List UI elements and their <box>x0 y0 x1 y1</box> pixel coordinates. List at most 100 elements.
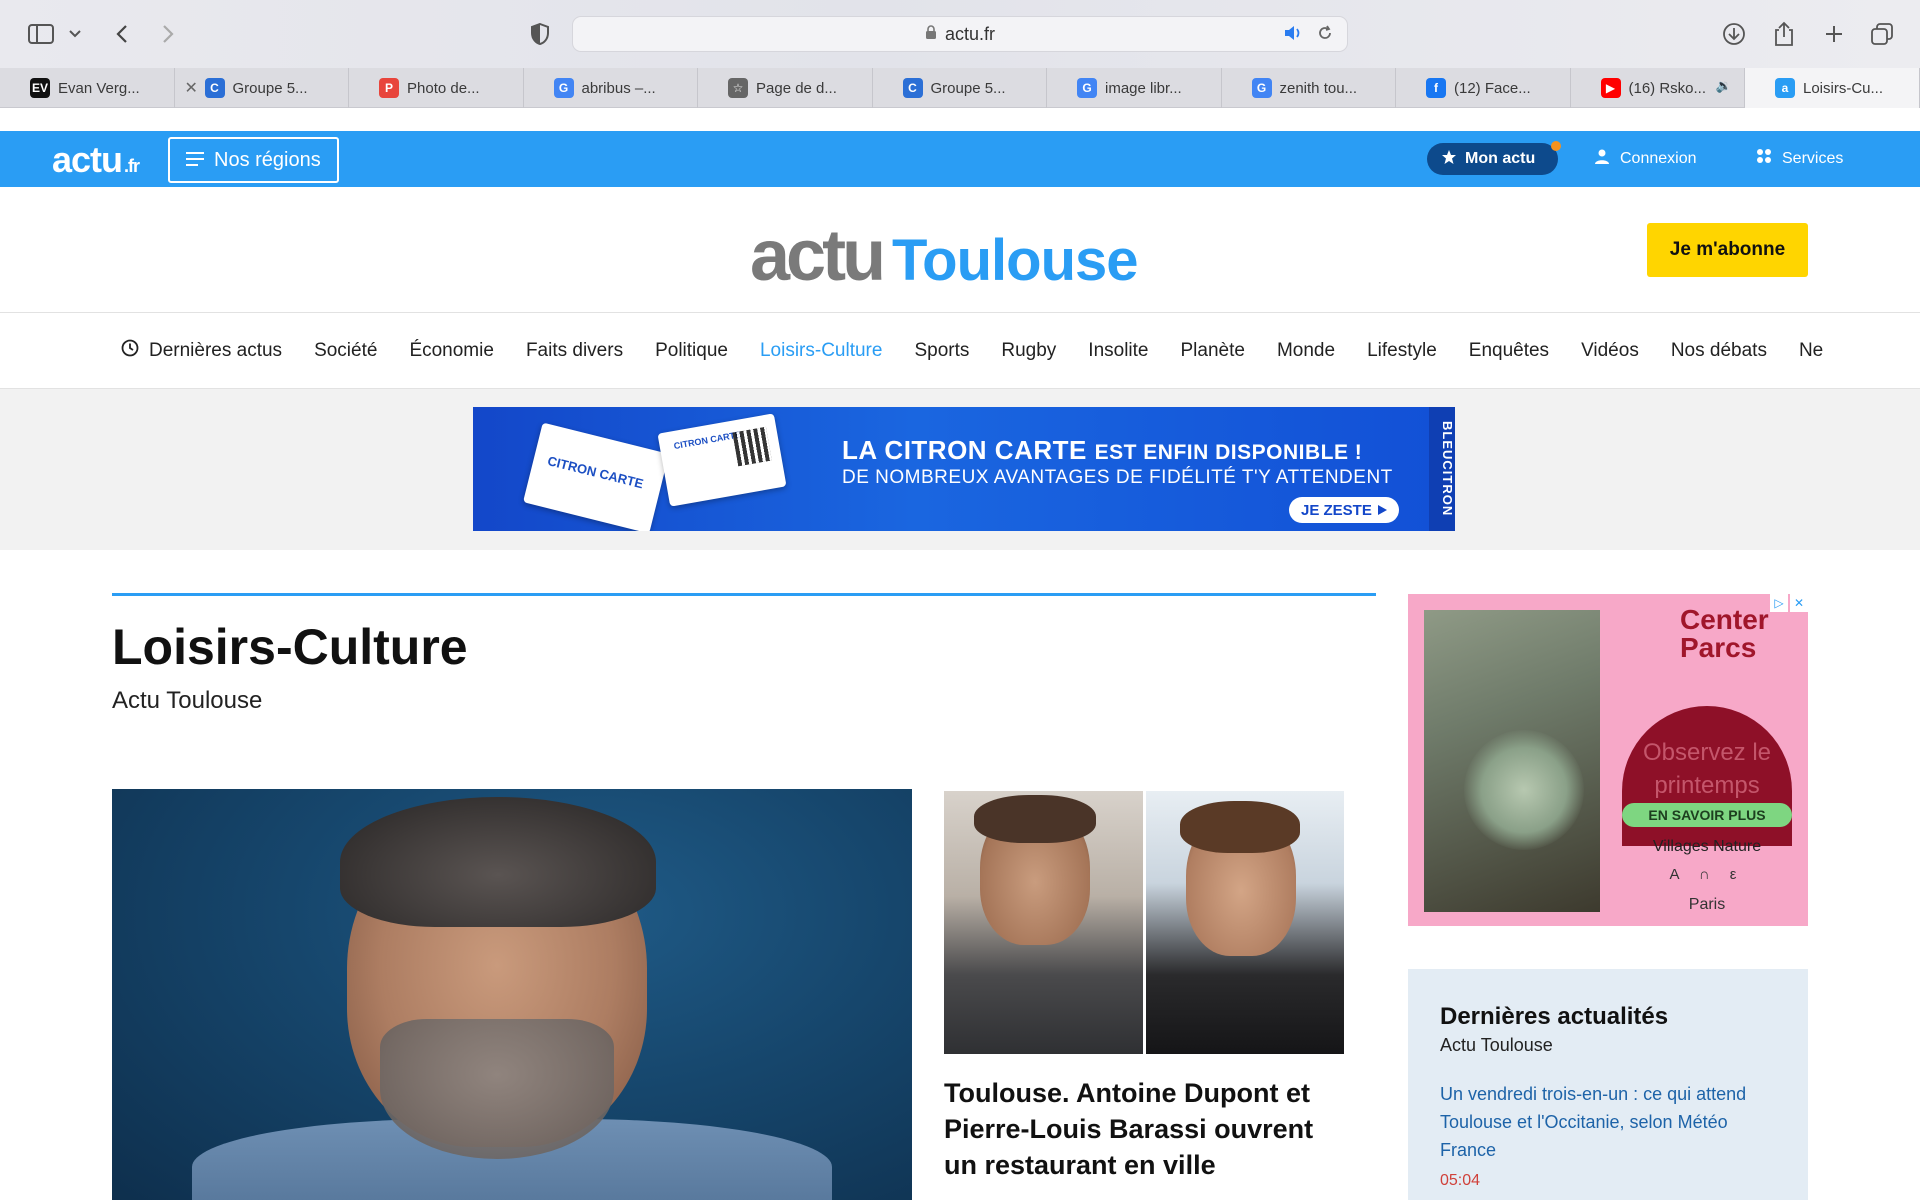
tab-label: zenith tou... <box>1279 79 1358 97</box>
ad-photo <box>1424 610 1600 912</box>
category-link[interactable]: Sports <box>914 340 969 362</box>
url-text: actu.fr <box>944 23 996 44</box>
ad-close-icon[interactable]: ✕ <box>1790 594 1808 612</box>
browser-tab[interactable]: a Loisirs-Cu... <box>1745 68 1920 108</box>
category-link[interactable]: Ne <box>1799 340 1823 362</box>
ad-choices-badge[interactable]: ▷ ✕ <box>1770 594 1808 612</box>
privacy-shield-icon[interactable] <box>528 18 552 50</box>
browser-tab[interactable]: f (12) Face... <box>1396 68 1571 108</box>
tab-label: Evan Verg... <box>58 79 140 97</box>
hero-article-image[interactable] <box>112 789 912 1200</box>
article-image[interactable] <box>944 791 1344 1054</box>
category-link[interactable]: Loisirs-Culture <box>760 340 882 362</box>
banner-cta-button[interactable]: JE ZESTE <box>1289 497 1399 523</box>
forward-icon[interactable] <box>156 18 180 50</box>
tab-label: Loisirs-Cu... <box>1803 79 1884 97</box>
site-logo[interactable]: actu .fr <box>52 139 140 181</box>
category-link[interactable]: Rugby <box>1001 340 1056 362</box>
new-tab-icon[interactable] <box>1820 18 1848 50</box>
citron-card-image: CITRON CARTE <box>523 422 669 531</box>
chevron-down-icon[interactable] <box>66 18 84 50</box>
tab-audio-icon[interactable]: 🔉 <box>1716 78 1732 94</box>
category-link[interactable]: Monde <box>1277 340 1335 362</box>
browser-toolbar: actu.fr <box>0 0 1920 68</box>
browser-tab[interactable]: ☆ Page de d... <box>698 68 873 108</box>
download-icon[interactable] <box>1720 18 1748 50</box>
grid-icon <box>1756 148 1772 169</box>
ad-info-icon[interactable]: ▷ <box>1770 594 1788 612</box>
reload-icon[interactable] <box>1317 25 1333 46</box>
masthead: actu Toulouse Je m'abonne <box>0 187 1920 313</box>
category-link[interactable]: Faits divers <box>526 340 623 362</box>
ad-brand-line2: Parcs <box>1680 632 1757 663</box>
services-link[interactable]: Services <box>1756 148 1843 169</box>
category-label: Vidéos <box>1581 339 1639 361</box>
hero-hair-shape <box>340 797 656 927</box>
browser-tab[interactable]: EV Evan Verg... <box>0 68 175 108</box>
address-bar[interactable]: actu.fr <box>572 16 1348 52</box>
browser-tab[interactable]: ✕ C Groupe 5... <box>175 68 349 108</box>
back-icon[interactable] <box>110 18 134 50</box>
browser-tab[interactable]: Gzenith tou... <box>1222 68 1396 108</box>
latest-title: Dernières actualités <box>1440 1003 1669 1030</box>
tab-label: Page de d... <box>756 79 837 97</box>
ad-brand: Center Parcs <box>1628 606 1769 662</box>
browser-tab[interactable]: Gabribus –... <box>524 68 698 108</box>
category-label: Dernières actus <box>149 339 283 361</box>
audio-playing-icon[interactable] <box>1283 25 1303 46</box>
share-icon[interactable] <box>1770 18 1798 50</box>
services-label: Services <box>1782 149 1844 167</box>
tab-overview-icon[interactable] <box>1868 18 1896 50</box>
section-rule <box>112 593 1376 596</box>
category-link[interactable]: Politique <box>655 340 728 362</box>
play-arrow-icon <box>1377 502 1387 519</box>
mon-actu-button[interactable]: Mon actu <box>1427 141 1561 175</box>
banner-title-strong: LA CITRON CARTE <box>842 435 1087 465</box>
mon-actu-label: Mon actu <box>1465 150 1536 167</box>
category-link[interactable]: Dernières actus <box>121 339 282 363</box>
category-link[interactable]: Enquêtes <box>1469 340 1549 362</box>
regions-label: Nos régions <box>214 148 321 171</box>
category-link[interactable]: Société <box>314 340 377 362</box>
site-logo-text: actu <box>52 139 123 180</box>
tab-favicon-icon: f <box>1426 78 1446 98</box>
tab-label: (16) Rsko... <box>1628 79 1707 97</box>
category-label: Rugby <box>1001 339 1057 361</box>
tab-favicon-icon: a <box>1775 78 1795 98</box>
subscribe-button[interactable]: Je m'abonne <box>1647 223 1808 277</box>
tab-close-icon[interactable]: ✕ <box>185 78 198 98</box>
browser-tab[interactable]: P Photo de... <box>349 68 524 108</box>
ad-brand-line1: Center <box>1680 604 1769 635</box>
hero-beard-shape <box>380 1019 614 1159</box>
category-link[interactable]: Nos débats <box>1671 340 1767 362</box>
latest-subtitle: Actu Toulouse <box>1440 1035 1553 1055</box>
tab-label: abribus –... <box>581 79 656 97</box>
tab-bar: EV Evan Verg... ✕ C Groupe 5... P Photo de... G… <box>0 68 1920 108</box>
browser-tab[interactable]: Gimage libr... <box>1047 68 1222 108</box>
category-link[interactable]: Lifestyle <box>1367 340 1437 362</box>
citron-carte-banner-ad[interactable]: CITRON CARTE CITRON CARTE LA CITRON CART… <box>473 407 1455 531</box>
category-link[interactable]: Planète <box>1181 340 1245 362</box>
latest-item-link[interactable]: Un vendredi trois-en-un : ce qui attend … <box>1440 1080 1776 1164</box>
masthead-logo[interactable]: actu Toulouse <box>750 215 1139 297</box>
category-link[interactable]: Vidéos <box>1581 340 1639 362</box>
regions-button[interactable]: Nos régions <box>168 137 339 183</box>
tab-favicon-icon: ▶ <box>1600 78 1621 98</box>
category-link[interactable]: Économie <box>409 340 494 362</box>
login-link[interactable]: Connexion <box>1594 148 1697 169</box>
category-link[interactable]: Insolite <box>1088 340 1148 362</box>
browser-tab[interactable]: C Groupe 5... <box>873 68 1047 108</box>
browser-tab[interactable]: ▶ (16) Rsko... 🔉 <box>1571 68 1745 108</box>
ad-plant-shape <box>1464 730 1584 850</box>
banner-title: LA CITRON CARTE EST ENFIN DISPONIBLE ! <box>842 435 1362 466</box>
article-title-link[interactable]: Toulouse. Antoine Dupont et Pierre-Louis… <box>944 1075 1344 1183</box>
tab-label: (12) Face... <box>1454 79 1531 97</box>
tab-favicon-icon: G <box>553 78 574 98</box>
center-parcs-ad[interactable]: ▷ ✕ Center Parcs Observez le printemps E… <box>1408 594 1808 926</box>
login-label: Connexion <box>1620 149 1697 167</box>
tab-favicon-icon: C <box>902 78 923 98</box>
sidebar-toggle-icon[interactable] <box>24 18 58 50</box>
tab-favicon-icon: P <box>379 78 399 98</box>
ad-cta-button[interactable]: EN SAVOIR PLUS <box>1622 803 1792 827</box>
category-label: Économie <box>409 339 494 361</box>
